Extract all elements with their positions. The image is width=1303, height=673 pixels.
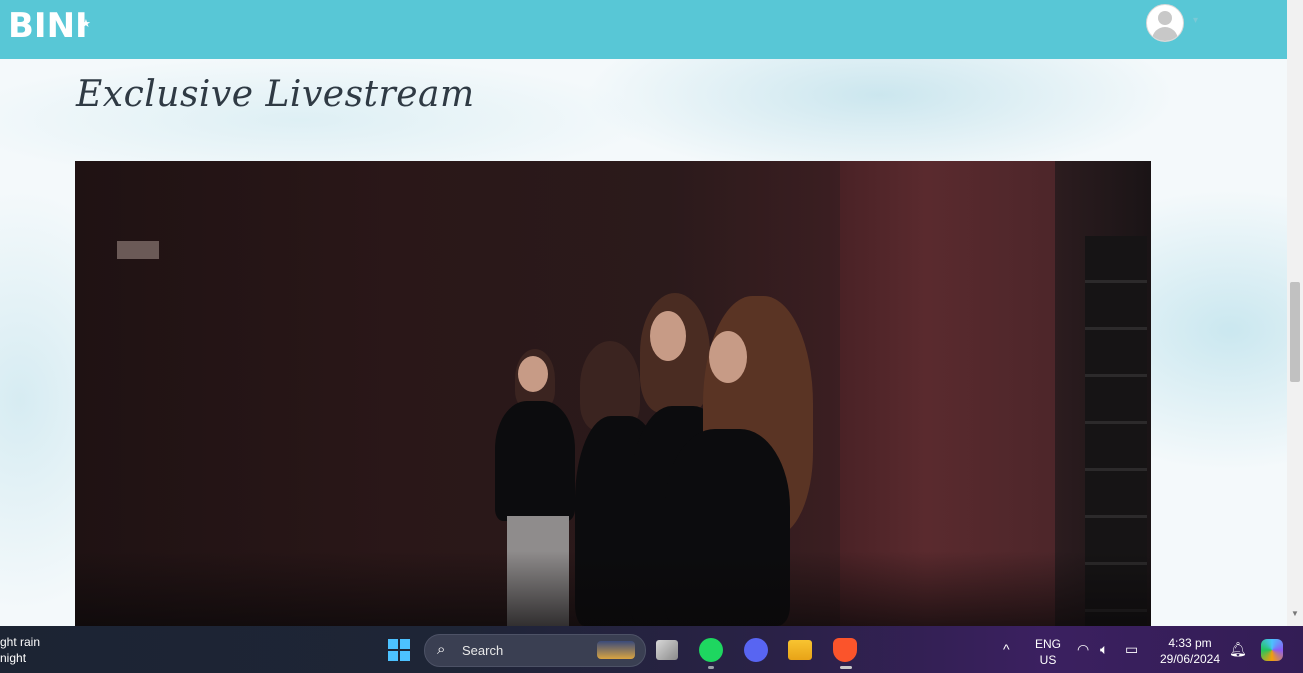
task-view-icon[interactable] bbox=[656, 640, 678, 660]
clock[interactable]: 4:33 pm 29/06/2024 bbox=[1155, 635, 1225, 667]
scroll-down-arrow-icon[interactable]: ▼ bbox=[1290, 609, 1300, 621]
avatar-head-shape bbox=[1158, 11, 1172, 25]
clock-time: 4:33 pm bbox=[1168, 636, 1212, 650]
performer-face bbox=[518, 356, 548, 392]
weather-condition: ght rain bbox=[0, 635, 41, 649]
language-code: ENG bbox=[1034, 637, 1061, 651]
bini-logo[interactable]: BINI ★ bbox=[8, 6, 91, 46]
logo-text: BINI bbox=[8, 6, 88, 46]
page-title: Exclusive Livestream bbox=[76, 74, 475, 115]
notification-bell-icon[interactable]: 🔔︎ bbox=[1229, 641, 1247, 658]
livestream-video[interactable] bbox=[75, 161, 1151, 626]
copilot-icon[interactable] bbox=[1261, 639, 1283, 661]
logo-star-icon: ★ bbox=[81, 17, 91, 30]
performer-face bbox=[650, 311, 686, 361]
performer-body bbox=[495, 401, 575, 521]
weather-widget[interactable]: ght rain night bbox=[0, 634, 40, 666]
weather-period: night bbox=[0, 651, 27, 665]
taskbar-search[interactable]: ⌕ Search bbox=[424, 634, 646, 667]
windows-taskbar: ght rain night ⌕ Search ^ ENG US ◠ 🔈︎ ▭ … bbox=[0, 626, 1303, 673]
search-placeholder: Search bbox=[462, 643, 504, 658]
performer-face bbox=[709, 331, 747, 383]
avatar-body-shape bbox=[1152, 27, 1178, 41]
video-floor-shadow bbox=[75, 551, 1151, 626]
volume-icon[interactable]: 🔈︎ bbox=[1100, 641, 1108, 658]
show-hidden-icons-chevron[interactable]: ^ bbox=[1003, 641, 1010, 657]
user-avatar[interactable] bbox=[1146, 4, 1184, 42]
brave-browser-icon[interactable] bbox=[833, 638, 857, 662]
windows-start-button[interactable] bbox=[388, 639, 410, 661]
start-logo-tile bbox=[400, 639, 410, 649]
search-icon: ⌕ bbox=[437, 641, 446, 658]
language-indicator[interactable]: ENG US bbox=[1030, 636, 1066, 668]
start-logo-tile bbox=[400, 651, 410, 661]
region-code: US bbox=[1039, 653, 1057, 667]
discord-icon[interactable] bbox=[744, 638, 768, 662]
site-header: BINI ★ ▾ bbox=[0, 0, 1287, 59]
spotify-icon[interactable] bbox=[699, 638, 723, 662]
start-logo-tile bbox=[388, 651, 398, 661]
wifi-icon[interactable]: ◠ bbox=[1077, 641, 1089, 658]
file-explorer-icon[interactable] bbox=[788, 640, 812, 660]
battery-icon[interactable]: ▭ bbox=[1125, 641, 1138, 658]
search-highlight-icon bbox=[597, 641, 635, 659]
start-logo-tile bbox=[388, 639, 398, 649]
scrollbar-thumb[interactable] bbox=[1290, 282, 1300, 382]
chevron-down-icon[interactable]: ▾ bbox=[1193, 15, 1198, 26]
web-page: BINI ★ ▾ Exclusive Livestream bbox=[0, 0, 1287, 626]
clock-date: 29/06/2024 bbox=[1159, 652, 1221, 666]
brave-active-indicator bbox=[840, 666, 852, 669]
video-exit-sign bbox=[117, 241, 159, 259]
spotify-running-indicator bbox=[708, 666, 714, 669]
